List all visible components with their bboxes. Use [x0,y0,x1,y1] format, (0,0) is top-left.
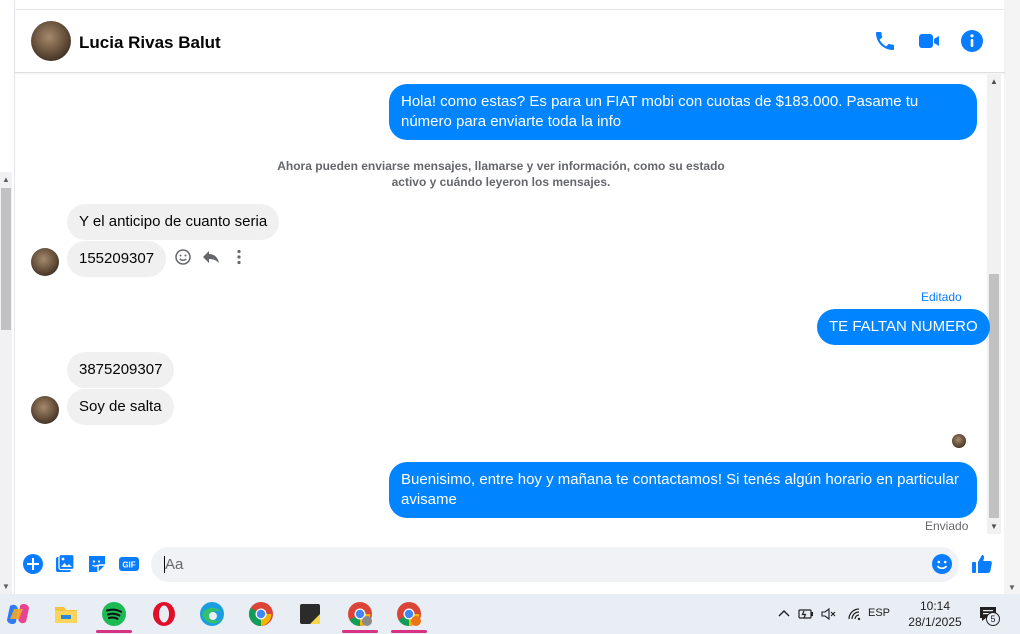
top-strip [15,0,1005,10]
smiley-react-icon[interactable] [173,247,193,267]
chat-header: Lucia Rivas Balut [15,10,1005,73]
file-explorer-icon[interactable] [52,600,80,628]
reply-icon[interactable] [201,247,221,267]
outgoing-message[interactable]: TE FALTAN NUMERO [817,309,990,345]
image-icon[interactable] [54,553,76,575]
messages-scrollbar[interactable]: ▲ ▼ [987,74,1001,534]
incoming-message[interactable]: Soy de salta [67,389,174,425]
language-indicator[interactable]: ESP [868,607,890,619]
active-app-indicator [391,630,427,633]
notification-count-badge: 5 [986,612,1000,626]
opera-icon[interactable] [150,600,178,628]
contact-name[interactable]: Lucia Rivas Balut [79,33,221,53]
scroll-down-arrow-icon[interactable]: ▼ [2,582,10,591]
incoming-message[interactable]: 3875209307 [67,352,175,388]
info-icon[interactable] [960,29,984,53]
gif-label: GIF [122,561,135,570]
wifi-icon[interactable] [847,606,863,622]
speaker-muted-icon[interactable] [820,606,836,622]
text-caret [164,556,165,573]
scroll-down-arrow-icon[interactable]: ▼ [1008,583,1016,592]
thumbs-up-icon[interactable] [970,552,994,576]
spotify-icon[interactable] [100,600,128,628]
gif-icon[interactable]: GIF [118,553,140,575]
message-input[interactable] [165,547,905,582]
outgoing-message[interactable]: Hola! como estas? Es para un FIAT mobi c… [389,84,977,140]
incoming-message[interactable]: 155209307 [67,241,167,277]
screen: ▲ ▼ ▼ Lucia Rivas Balut ▲ ▼ Hola! como e… [0,0,1020,634]
read-receipt-avatar [952,434,966,448]
page-scrollbar-right[interactable]: ▼ [1004,0,1020,594]
chrome-profile-icon[interactable] [395,600,423,628]
chevron-up-icon[interactable] [776,606,792,622]
sender-avatar[interactable] [31,396,59,424]
sender-avatar[interactable] [31,248,59,276]
battery-icon[interactable] [798,606,814,622]
more-vertical-icon[interactable] [229,247,249,267]
incoming-message[interactable]: Y el anticipo de cuanto seria [67,204,280,240]
active-app-indicator [96,630,132,633]
phone-icon[interactable] [873,29,897,53]
scrollbar-thumb[interactable] [989,274,999,518]
video-camera-icon[interactable] [917,29,941,53]
chrome-icon[interactable] [247,600,275,628]
message-composer: GIF [15,540,1005,594]
copilot-icon[interactable] [4,600,32,628]
sent-status: Enviado [925,519,969,533]
message-actions [173,247,253,267]
plus-circle-icon[interactable] [22,553,44,575]
date-label: 28/1/2025 [908,615,962,629]
scroll-up-arrow-icon[interactable]: ▲ [2,175,10,184]
sticker-icon[interactable] [86,553,108,575]
outgoing-message[interactable]: Buenisimo, entre hoy y mañana te contact… [389,462,977,518]
chrome-profile-app[interactable] [342,594,378,634]
edited-label: Editado [921,290,962,304]
chrome-profile-icon[interactable] [346,600,374,628]
scrollbar-thumb[interactable] [1,188,11,330]
clock[interactable]: 10:14 28/1/2025 [896,598,974,630]
edge-icon[interactable] [198,600,226,628]
page-scrollbar-left[interactable]: ▲ ▼ [0,172,12,594]
emoji-icon[interactable] [931,553,953,575]
scroll-up-arrow-icon[interactable]: ▲ [990,77,998,86]
spotify-app[interactable] [96,594,132,634]
time-label: 10:14 [919,599,951,613]
sticky-notes-icon[interactable] [296,600,324,628]
chrome-profile-app[interactable] [391,594,427,634]
contact-avatar[interactable] [31,21,71,61]
chat-window: Lucia Rivas Balut ▲ ▼ Hola! como estas? … [14,0,1005,594]
active-app-indicator [342,630,378,633]
windows-taskbar: ESP 10:14 28/1/2025 5 [0,594,1020,634]
message-input-container[interactable] [151,547,959,582]
system-note: Ahora pueden enviarse mensajes, llamarse… [277,159,725,189]
scroll-down-arrow-icon[interactable]: ▼ [990,522,998,531]
